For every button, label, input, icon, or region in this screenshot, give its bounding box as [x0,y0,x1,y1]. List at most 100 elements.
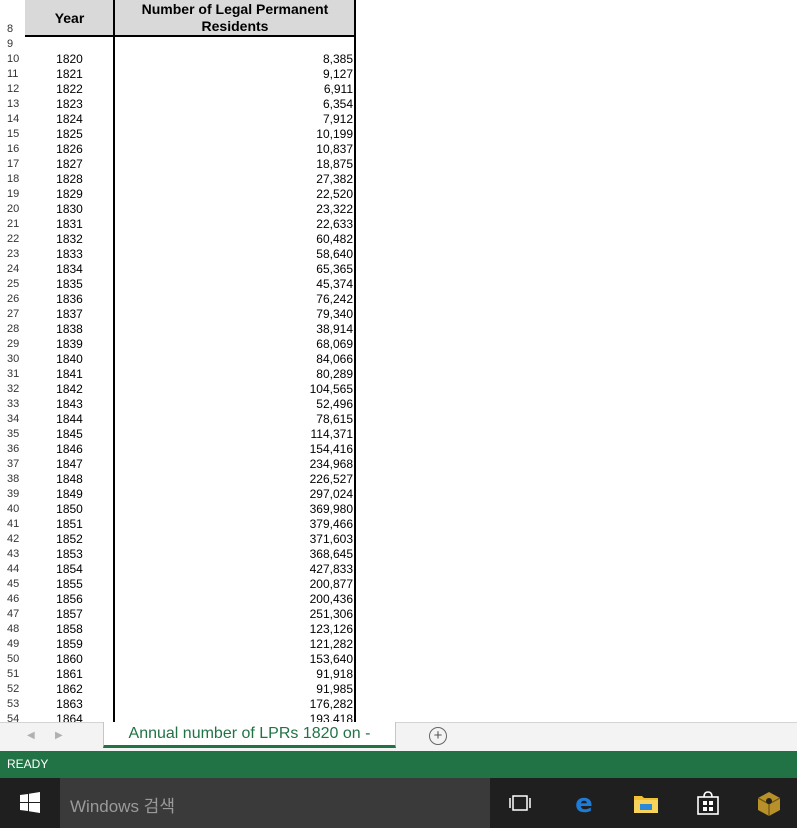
row-number[interactable]: 51 [0,667,25,682]
row-number[interactable]: 17 [0,157,25,172]
row-number[interactable]: 33 [0,397,25,412]
file-explorer-icon[interactable] [631,788,661,818]
lpr-count-cell[interactable]: 226,527 [116,472,353,487]
lpr-count-cell[interactable]: 78,615 [116,412,353,427]
row-number[interactable]: 10 [0,52,25,67]
year-cell[interactable]: 1828 [25,172,114,187]
windows-start-icon[interactable] [0,778,60,828]
row-number[interactable]: 39 [0,487,25,502]
year-cell[interactable]: 1847 [25,457,114,472]
lpr-count-cell[interactable]: 251,306 [116,607,353,622]
year-cell[interactable]: 1844 [25,412,114,427]
lpr-count-cell[interactable]: 38,914 [116,322,353,337]
row-number[interactable]: 8 [0,22,25,37]
lpr-count-cell[interactable]: 121,282 [116,637,353,652]
lpr-count-cell[interactable]: 60,482 [116,232,353,247]
row-number[interactable]: 19 [0,187,25,202]
row-number[interactable]: 43 [0,547,25,562]
row-number[interactable]: 20 [0,202,25,217]
lpr-count-cell[interactable]: 27,382 [116,172,353,187]
year-cell[interactable]: 1836 [25,292,114,307]
year-cell[interactable]: 1851 [25,517,114,532]
row-number[interactable]: 53 [0,697,25,712]
lpr-count-cell[interactable]: 22,520 [116,187,353,202]
year-cell[interactable]: 1834 [25,262,114,277]
row-number[interactable]: 27 [0,307,25,322]
lpr-count-cell[interactable]: 76,242 [116,292,353,307]
lpr-count-cell[interactable]: 10,199 [116,127,353,142]
lpr-count-cell[interactable]: 427,833 [116,562,353,577]
year-cell[interactable]: 1829 [25,187,114,202]
row-number[interactable]: 49 [0,637,25,652]
lpr-count-cell[interactable]: 8,385 [116,52,353,67]
row-number[interactable]: 18 [0,172,25,187]
year-cell[interactable]: 1848 [25,472,114,487]
lpr-count-cell[interactable]: 369,980 [116,502,353,517]
lpr-count-cell[interactable]: 234,968 [116,457,353,472]
year-cell[interactable]: 1853 [25,547,114,562]
lpr-count-cell[interactable]: 45,374 [116,277,353,292]
row-number[interactable]: 16 [0,142,25,157]
year-cell[interactable]: 1820 [25,52,114,67]
edge-browser-icon[interactable]: e [569,788,599,819]
row-number[interactable]: 25 [0,277,25,292]
year-cell[interactable]: 1827 [25,157,114,172]
lpr-count-cell[interactable]: 65,365 [116,262,353,277]
year-cell[interactable]: 1856 [25,592,114,607]
year-cell[interactable]: 1821 [25,67,114,82]
lpr-count-cell[interactable]: 58,640 [116,247,353,262]
year-cell[interactable]: 1837 [25,307,114,322]
year-cell[interactable]: 1859 [25,637,114,652]
row-number[interactable]: 52 [0,682,25,697]
year-cell[interactable]: 1840 [25,352,114,367]
year-column-header[interactable]: Year [25,0,114,36]
year-cell[interactable]: 1825 [25,127,114,142]
row-number[interactable]: 12 [0,82,25,97]
row-number[interactable]: 11 [0,67,25,82]
year-cell[interactable]: 1850 [25,502,114,517]
row-number[interactable]: 41 [0,517,25,532]
row-number[interactable]: 48 [0,622,25,637]
year-cell[interactable]: 1831 [25,217,114,232]
year-cell[interactable]: 1860 [25,652,114,667]
lpr-count-cell[interactable]: 7,912 [116,112,353,127]
year-cell[interactable]: 1822 [25,82,114,97]
row-number[interactable]: 42 [0,532,25,547]
year-cell[interactable]: 1843 [25,397,114,412]
year-cell[interactable]: 1861 [25,667,114,682]
search-input[interactable]: Windows 검색 [60,778,490,828]
row-number[interactable]: 54 [0,712,25,722]
spreadsheet-grid[interactable]: 8 Year Number of Legal Permanent Residen… [0,0,797,722]
chevron-right-icon[interactable]: ▶ [55,730,63,741]
row-number[interactable]: 29 [0,337,25,352]
year-cell[interactable]: 1864 [25,712,114,722]
row-number[interactable]: 32 [0,382,25,397]
row-number[interactable]: 22 [0,232,25,247]
year-cell[interactable]: 1841 [25,367,114,382]
row-number[interactable]: 50 [0,652,25,667]
year-cell[interactable]: 1863 [25,697,114,712]
lpr-count-cell[interactable]: 371,603 [116,532,353,547]
lpr-count-cell[interactable]: 200,877 [116,577,353,592]
lpr-count-cell[interactable]: 176,282 [116,697,353,712]
lpr-count-cell[interactable]: 200,436 [116,592,353,607]
lpr-count-cell[interactable]: 84,066 [116,352,353,367]
lpr-count-cell[interactable]: 68,069 [116,337,353,352]
year-cell[interactable]: 1823 [25,97,114,112]
lpr-count-cell[interactable]: 79,340 [116,307,353,322]
lpr-column-header[interactable]: Number of Legal Permanent Residents [115,0,355,36]
sheet-tab-active[interactable]: Annual number of LPRs 1820 on - [103,722,396,748]
row-number[interactable]: 14 [0,112,25,127]
year-cell[interactable]: 1854 [25,562,114,577]
row-number[interactable]: 40 [0,502,25,517]
year-cell[interactable]: 1838 [25,322,114,337]
lpr-count-cell[interactable]: 154,416 [116,442,353,457]
row-number[interactable]: 37 [0,457,25,472]
row-number[interactable]: 15 [0,127,25,142]
year-cell[interactable]: 1826 [25,142,114,157]
row-number[interactable]: 24 [0,262,25,277]
row-number[interactable]: 31 [0,367,25,382]
year-cell[interactable]: 1824 [25,112,114,127]
year-cell[interactable]: 1830 [25,202,114,217]
row-number[interactable]: 46 [0,592,25,607]
